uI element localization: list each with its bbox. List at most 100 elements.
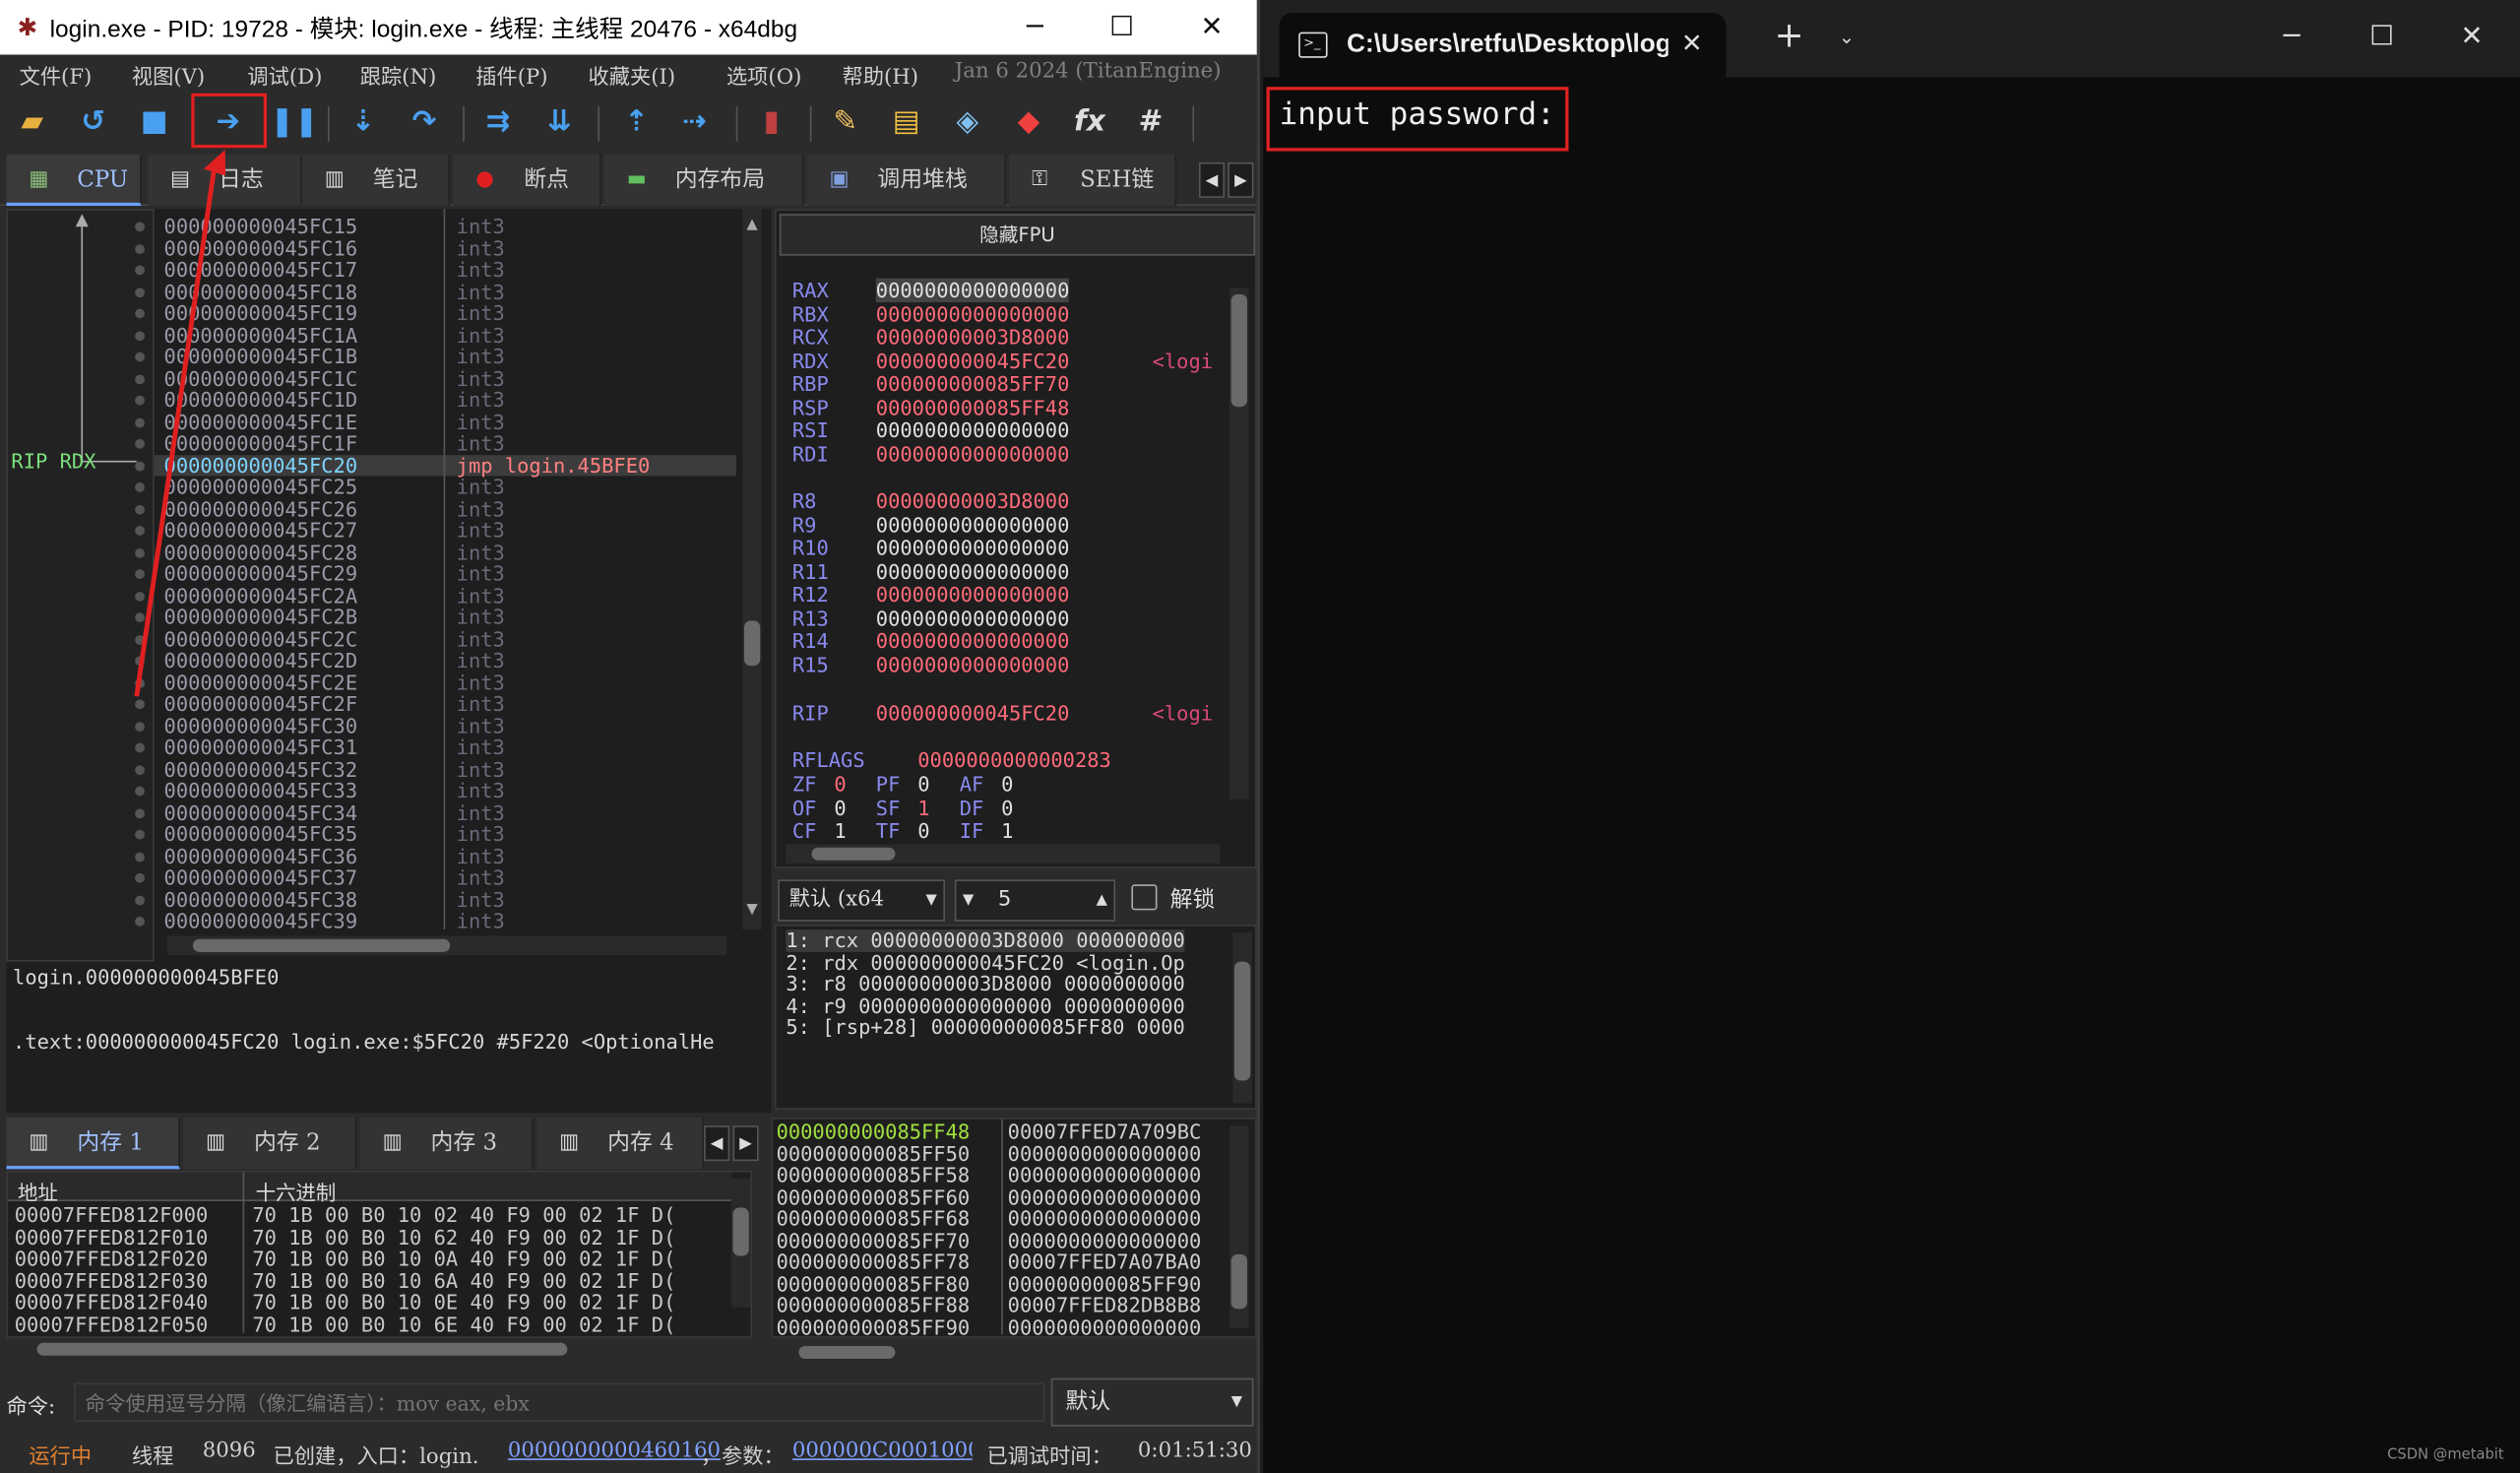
menu-help[interactable]: 帮助(H) [843, 59, 919, 90]
flag-cf[interactable]: CF 1 [792, 819, 847, 843]
argument-row[interactable]: 4: r9 0000000000000000 0000000000 [786, 994, 1184, 1016]
hide-fpu-button[interactable]: 隐藏FPU [779, 214, 1256, 256]
breakpoint-dot-icon[interactable] [135, 591, 145, 601]
breakpoint-dot-icon[interactable] [135, 438, 145, 449]
stack-row[interactable]: 000000000085FF48 00007FFED7A709BC [777, 1121, 1202, 1142]
menu-options[interactable]: 选项(O) [726, 59, 801, 90]
registers-vscroll[interactable] [1228, 288, 1249, 800]
stack-vscroll[interactable] [1228, 1125, 1249, 1329]
dump-row[interactable]: 00007FFED812F040 70 1B 00 B0 10 0E 40 F9 … [15, 1291, 676, 1313]
menu-view[interactable]: 视图(V) [132, 59, 205, 90]
register-r12[interactable]: R12 0000000000000000 [792, 583, 1070, 607]
function-icon[interactable]: fx [1070, 103, 1108, 142]
breakpoint-dot-icon[interactable] [135, 829, 145, 840]
flag-pf[interactable]: PF 0 [876, 773, 930, 797]
register-r9[interactable]: R9 0000000000000000 [792, 513, 1070, 537]
breakpoint-dot-icon[interactable] [135, 330, 145, 341]
tab-memory-1[interactable]: ▥ 内存 1 [6, 1118, 180, 1170]
breakpoint-dot-icon[interactable] [135, 352, 145, 362]
argument-row[interactable]: 1: rcx 00000000003D8000 000000000 [786, 929, 1185, 952]
pause-icon[interactable]: ❚❚ [270, 103, 318, 142]
command-mode-select[interactable]: 默认 ▼ [1050, 1377, 1254, 1427]
stack-row[interactable]: 000000000085FF58 0000000000000000 [777, 1164, 1202, 1185]
disasm-vscroll[interactable] [742, 209, 762, 929]
terminal-minimize-button[interactable]: ─ [2246, 10, 2336, 65]
breakpoint-dot-icon[interactable] [135, 243, 145, 254]
tab-breakpoints[interactable]: ● 断点 [453, 154, 601, 207]
register-r11[interactable]: R11 0000000000000000 [792, 559, 1070, 583]
argument-count-spinbox[interactable]: ▼ 5 ▲ [954, 879, 1116, 922]
stack-row[interactable]: 000000000085FF68 0000000000000000 [777, 1207, 1202, 1230]
breakpoint-dot-icon[interactable] [135, 481, 145, 492]
breakpoint-dot-icon[interactable] [135, 916, 145, 927]
breakpoint-dot-icon[interactable] [135, 416, 145, 427]
menu-debug[interactable]: 调试(D) [247, 59, 322, 90]
register-rcx[interactable]: RCX 00000000003D8000 [792, 326, 1070, 350]
dump-row[interactable]: 00007FFED812F050 70 1B 00 B0 10 6E 40 F9 … [15, 1313, 676, 1334]
stack-view[interactable]: 000000000085FF48 00007FFED7A709BC 00000000… [771, 1118, 1257, 1363]
command-input[interactable] [74, 1382, 1045, 1422]
disassembly-view[interactable]: 000000000045FC15 int3 000000000045FC16 int3… [135, 209, 772, 962]
dump-row[interactable]: 00007FFED812F010 70 1B 00 B0 10 62 40 F9 … [15, 1226, 676, 1248]
scylla-icon[interactable]: ▮ [752, 103, 790, 142]
step-over-icon[interactable]: ↷ [405, 103, 443, 142]
breakpoint-dot-icon[interactable] [135, 504, 145, 514]
stack-row[interactable]: 000000000085FF90 0000000000000000 [777, 1315, 1202, 1338]
stack-row[interactable]: 000000000085FF80 000000000085FF90 [777, 1272, 1202, 1295]
register-r15[interactable]: R15 0000000000000000 [792, 653, 1070, 676]
register-r10[interactable]: R10 0000000000000000 [792, 537, 1070, 559]
tab-memory-4[interactable]: ▥ 内存 4 [536, 1118, 705, 1170]
run-to-user-code-icon[interactable]: ⇢ [675, 103, 714, 142]
hash-icon[interactable]: # [1131, 103, 1169, 142]
register-rsi[interactable]: RSI 0000000000000000 [792, 418, 1070, 442]
memory-dump-view[interactable]: 地址 十六进制 00007FFED812F000 70 1B 00 B0 10 0… [6, 1170, 753, 1360]
registers-view[interactable]: 隐藏FPU RAX 0000000000000000 RBX 000000000000… [774, 209, 1257, 868]
tab-seh-chain[interactable]: ⚿ SEH链 [1009, 154, 1177, 207]
tab-memory-map[interactable]: ▬ 内存布局 [603, 154, 804, 207]
stack-row[interactable]: 000000000085FF50 0000000000000000 [777, 1142, 1202, 1164]
breakpoint-dot-icon[interactable] [135, 395, 145, 406]
flag-tf[interactable]: TF 0 [876, 819, 930, 843]
tab-memory-2[interactable]: ▥ 内存 2 [183, 1118, 357, 1170]
stack-row[interactable]: 000000000085FF88 00007FFED82DB8B8 [777, 1294, 1202, 1316]
dump-vscroll[interactable] [730, 1179, 751, 1308]
tabs-scroll-right[interactable]: ▶ [1228, 161, 1254, 198]
maximize-button[interactable]: ☐ [1077, 0, 1166, 55]
execute-till-return-icon[interactable]: ⇡ [617, 103, 656, 142]
flag-zf[interactable]: ZF 0 [792, 773, 847, 797]
breakpoint-dot-icon[interactable] [135, 287, 145, 297]
arguments-view[interactable]: 1: rcx 00000000003D8000 000000000 2: rdx … [774, 925, 1257, 1110]
entry-link[interactable]: 0000000000460160 [508, 1440, 721, 1463]
new-tab-button[interactable]: + [1774, 19, 1803, 55]
tab-notes[interactable]: ▥ 笔记 [301, 154, 451, 207]
close-button[interactable]: ✕ [1166, 0, 1256, 55]
tab-cpu[interactable]: ▦ CPU [6, 154, 142, 207]
comment-icon[interactable]: ▤ [887, 103, 925, 142]
breakpoint-dot-icon[interactable] [135, 222, 145, 232]
breakpoint-dot-icon[interactable] [135, 894, 145, 905]
flag-af[interactable]: AF 0 [960, 773, 1014, 797]
breakpoint-dot-icon[interactable] [135, 807, 145, 818]
dump-row[interactable]: 00007FFED812F000 70 1B 00 B0 10 02 40 F9 … [15, 1204, 676, 1226]
breakpoint-dot-icon[interactable] [135, 677, 145, 688]
breakpoint-dot-icon[interactable] [135, 460, 145, 471]
breakpoint-dot-icon[interactable] [135, 872, 145, 883]
memtabs-scroll-left[interactable]: ◀ [704, 1125, 730, 1162]
unlock-checkbox[interactable] [1131, 884, 1158, 911]
flag-df[interactable]: DF 0 [960, 796, 1014, 819]
breakpoint-dot-icon[interactable] [135, 851, 145, 862]
breakpoint-dot-icon[interactable] [135, 764, 145, 775]
flag-sf[interactable]: SF 1 [876, 796, 930, 819]
breakpoint-dot-icon[interactable] [135, 526, 145, 536]
stack-hscroll[interactable] [779, 1342, 1214, 1363]
bookmark-icon[interactable]: ◆ [1009, 103, 1047, 142]
register-rax[interactable]: RAX 0000000000000000 [792, 278, 1070, 303]
menu-file[interactable]: 文件(F) [20, 59, 93, 90]
register-rsp[interactable]: RSP 000000000085FF48 [792, 396, 1070, 419]
patch-icon[interactable]: ✎ [826, 103, 864, 142]
tab-call-stack[interactable]: ▣ 调用堆栈 [806, 154, 1007, 207]
breakpoint-dot-icon[interactable] [135, 569, 145, 579]
terminal-maximize-button[interactable]: ☐ [2337, 10, 2426, 65]
tab-log[interactable]: ▤ 日志 [148, 154, 302, 207]
menu-trace[interactable]: 跟踪(N) [360, 59, 437, 90]
